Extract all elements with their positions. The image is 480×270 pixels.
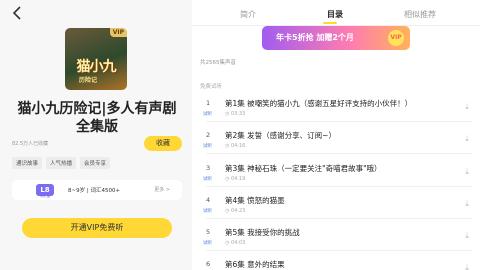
open-vip-button[interactable]: 开通VIP免费听 — [22, 218, 172, 238]
trial-tag: 试听 — [203, 144, 212, 149]
row-divider — [206, 250, 472, 251]
episode-number: 4 — [206, 196, 211, 204]
episode-row[interactable]: 2 试听 第2集 发誓（感谢分享、订阅~） ◷ 04:16 ⤓ — [192, 124, 480, 154]
row-divider — [206, 153, 472, 154]
episode-row[interactable]: 3 试听 第3集 神秘石珠（一定要关注"奇喵君故事"哦） ◷ 04:19 ⤓ — [192, 157, 480, 187]
row-divider — [206, 121, 472, 122]
episode-number: 5 — [206, 228, 211, 236]
level-text: 8~9岁 | 词汇4500+ — [68, 188, 121, 194]
free-trial-label: 免费试听 — [200, 84, 223, 90]
episode-duration: ◷ 04:03 — [225, 240, 246, 246]
episode-number: 1 — [206, 99, 211, 107]
more-link[interactable]: 更多 > — [154, 186, 170, 193]
episode-row[interactable]: 4 试听 第4集 愤怒的猫墨 ◷ 04:23 ⤓ — [192, 189, 480, 219]
download-icon[interactable]: ⤓ — [462, 102, 472, 112]
download-icon[interactable]: ⤓ — [462, 199, 472, 209]
download-icon[interactable]: ⤓ — [462, 167, 472, 177]
episode-title: 第6集 意外的结果 — [225, 260, 285, 269]
tag-item[interactable]: 通识故事 — [12, 157, 43, 169]
trial-tag: 试听 — [203, 209, 212, 214]
episode-duration: ◷ 04:16 — [225, 143, 246, 149]
episode-duration: ◷ 04:23 — [225, 208, 246, 214]
promo-text: 年卡5折抢 加赠2个月 — [276, 33, 354, 42]
episode-title: 第4集 愤怒的猫墨 — [225, 196, 285, 205]
collect-button[interactable]: 收藏 — [144, 136, 182, 151]
album-info-panel: VIP 猫小九 历险记 猫小九历险记|多人有声剧全集版 82.5万人已收藏 收藏… — [0, 0, 192, 270]
promo-banner[interactable]: 年卡5折抢 加赠2个月 VIP — [262, 26, 410, 50]
episode-number: 6 — [206, 260, 211, 268]
tag-list: 通识故事 人气热播 会员专享 — [12, 157, 111, 169]
episode-number: 2 — [206, 131, 211, 139]
album-cover: VIP 猫小九 历险记 — [65, 28, 127, 90]
episode-number: 3 — [206, 164, 211, 172]
episode-title: 第2集 发誓（感谢分享、订阅~） — [225, 131, 336, 140]
active-tab-indicator — [323, 22, 337, 24]
episode-row[interactable]: 1 试听 第1集 被嘲笑的猫小九（感谢五星好评支持的小伙伴！） ◷ 03:33 … — [192, 92, 480, 122]
episode-row[interactable]: 6 第6集 意外的结果 ⤓ — [192, 253, 480, 270]
download-icon[interactable]: ⤓ — [462, 231, 472, 241]
trial-tag: 试听 — [203, 177, 212, 182]
episode-title: 第5集 我接受你的挑战 — [225, 228, 300, 237]
album-title: 猫小九历险记|多人有声剧全集版 — [17, 101, 177, 135]
trial-tag: 试听 — [203, 112, 212, 117]
back-arrow-icon[interactable] — [12, 6, 28, 24]
episode-title: 第3集 神秘石珠（一定要关注"奇喵君故事"哦） — [225, 164, 382, 173]
download-icon[interactable]: ⤓ — [462, 134, 472, 144]
episode-duration: ◷ 04:19 — [225, 176, 246, 182]
episode-row[interactable]: 5 试听 第5集 我接受你的挑战 ◷ 04:03 ⤓ — [192, 221, 480, 251]
tag-item[interactable]: 会员专享 — [80, 157, 111, 169]
row-divider — [206, 218, 472, 219]
episode-duration: ◷ 03:33 — [225, 111, 246, 117]
tab-catalog[interactable]: 目录 — [327, 9, 343, 20]
episode-total: 共2565集声音 — [200, 60, 236, 66]
download-icon[interactable]: ⤓ — [462, 263, 472, 270]
tab-similar[interactable]: 相似推荐 — [404, 9, 436, 20]
level-badge-sub: 词汇量 — [39, 194, 51, 198]
tag-item[interactable]: 人气热播 — [46, 157, 77, 169]
promo-vip-badge: VIP — [388, 30, 404, 46]
tab-intro[interactable]: 简介 — [240, 9, 256, 20]
collect-count: 82.5万人已收藏 — [12, 141, 49, 147]
trial-tag: 试听 — [203, 241, 212, 246]
cover-subtitle-art: 历险记 — [79, 77, 98, 84]
row-divider — [206, 186, 472, 187]
episode-title: 第1集 被嘲笑的猫小九（感谢五星好评支持的小伙伴！） — [225, 99, 413, 108]
vip-badge: VIP — [109, 28, 127, 37]
level-card[interactable]: L8 词汇量 8~9岁 | 词汇4500+ 更多 > — [12, 180, 182, 200]
cover-title-art: 猫小九 — [76, 59, 117, 75]
